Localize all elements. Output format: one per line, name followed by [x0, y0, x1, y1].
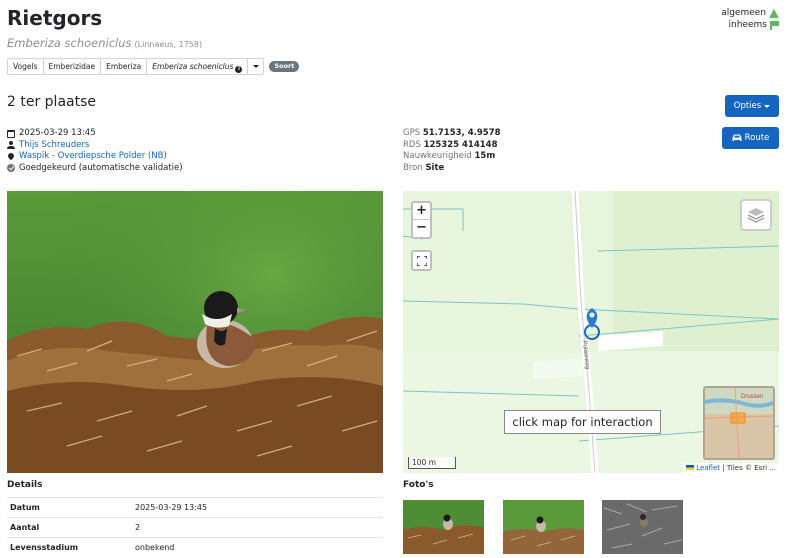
gps-label: GPS [403, 128, 421, 138]
observation-datetime: 2025-03-29 13:45 [19, 128, 96, 138]
breadcrumb: Vogels Emberizidae Emberiza Emberiza sch… [7, 58, 300, 75]
caret-down-icon [764, 104, 771, 108]
detail-key: Aantal [7, 517, 132, 538]
details-table: Datum 2025-03-29 13:45 Aantal 2 Levensstad… [7, 497, 383, 558]
photo-thumbnail[interactable] [403, 500, 484, 554]
breadcrumb-item-group[interactable]: Vogels [7, 58, 43, 75]
info-icon[interactable]: i [235, 66, 243, 73]
minimap-label: Drussen [741, 394, 763, 400]
table-row: Datum 2025-03-29 13:45 [7, 497, 383, 518]
source-label: Bron [403, 162, 423, 173]
attribution-text: | Tiles © Esri ... [720, 464, 776, 472]
observer-link[interactable]: Thijs Schreuders [19, 140, 89, 152]
layers-icon [747, 208, 765, 223]
breadcrumb-item-genus[interactable]: Emberiza [100, 58, 147, 75]
detail-value: 2 [132, 517, 383, 538]
route-label: Route [744, 133, 770, 143]
thumbnail-image [403, 500, 484, 554]
status-box: algemeen inheems [721, 7, 779, 31]
accuracy-label: Nauwkeurigheid [403, 151, 472, 161]
table-row: Levensstadium onbekend [7, 537, 383, 558]
zoom-control: + − [411, 201, 432, 239]
leaflet-link[interactable]: Leaflet [696, 464, 720, 472]
photo-thumbnail[interactable] [503, 500, 584, 554]
options-label: Opties [733, 101, 762, 111]
table-row: Aantal 2 [7, 517, 383, 538]
location-link[interactable]: Waspik - Overdiepsche Polder (NB) [19, 151, 167, 163]
status-common: algemeen [721, 8, 766, 18]
details-heading: Details [7, 480, 43, 490]
minimap[interactable]: Drussen [703, 386, 775, 460]
authority: (Linnaeus, 1758) [134, 40, 203, 49]
validation-status: Goedgekeurd (automatische validatie) [19, 162, 183, 173]
thumbnail-image [503, 500, 584, 554]
fullscreen-button[interactable] [411, 250, 432, 271]
rds-label: RDS [403, 139, 421, 150]
map-attribution: Leaflet | Tiles © Esri ... [682, 463, 779, 473]
check-badge-icon [7, 164, 15, 173]
accuracy-value: 15m [474, 151, 496, 161]
zoom-in-button[interactable]: + [413, 203, 430, 220]
fullscreen-icon [416, 255, 427, 266]
coordinates-block: GPS 51.7153, 4.9578 RDS 125325 414148 Na… [403, 128, 501, 174]
zoom-out-button[interactable]: − [413, 220, 430, 237]
detail-value: 2025-03-29 13:45 [132, 497, 383, 518]
bird-photo [7, 191, 383, 473]
photo-thumbnail[interactable] [602, 500, 683, 554]
detail-key: Levensstadium [7, 537, 132, 558]
user-icon [7, 141, 15, 150]
observation-meta: 2025-03-29 13:45 Thijs Schreuders Waspik… [7, 128, 183, 174]
breadcrumb-species-label: Emberiza schoeniclus [152, 62, 234, 71]
car-icon [732, 134, 742, 141]
detail-value: onbekend [132, 537, 383, 558]
thumbnail-image [602, 500, 683, 554]
gps-value: 51.7153, 4.9578 [422, 128, 501, 138]
map[interactable]: Polderweg + − click map for interaction [403, 191, 779, 473]
rank-badge: Soort [269, 61, 300, 72]
page-title: Rietgors [7, 6, 103, 30]
map-interaction-hint[interactable]: click map for interaction [504, 410, 661, 434]
rds-value: 125325 414148 [423, 139, 498, 150]
observation-photo[interactable] [7, 191, 383, 473]
observation-heading: 2 ter plaatse [7, 94, 96, 110]
ukraine-flag-icon [685, 465, 694, 470]
breadcrumb-item-family[interactable]: Emberizidae [42, 58, 101, 75]
breadcrumb-dropdown-button[interactable] [247, 58, 265, 75]
location-pin-icon [7, 153, 15, 161]
status-native: inheems [728, 20, 767, 30]
breadcrumb-item-species[interactable]: Emberiza schoeniclus i [146, 58, 248, 75]
source-value: Site [425, 162, 445, 173]
detail-key: Datum [7, 497, 132, 518]
scale-bar: 100 m [408, 457, 456, 469]
flag-icon [770, 20, 779, 30]
scientific-name: Emberiza schoeniclus (Linnaeus, 1758) [7, 36, 202, 50]
layers-button[interactable] [740, 199, 772, 231]
scientific-name-text: Emberiza schoeniclus [7, 36, 132, 50]
route-button[interactable]: Route [722, 127, 779, 149]
options-button[interactable]: Opties [725, 95, 779, 117]
triangle-icon [769, 8, 779, 18]
minimap-canvas: Drussen [705, 388, 773, 458]
caret-down-icon [252, 65, 259, 68]
calendar-icon [7, 129, 15, 138]
photos-heading: Foto's [403, 480, 434, 490]
